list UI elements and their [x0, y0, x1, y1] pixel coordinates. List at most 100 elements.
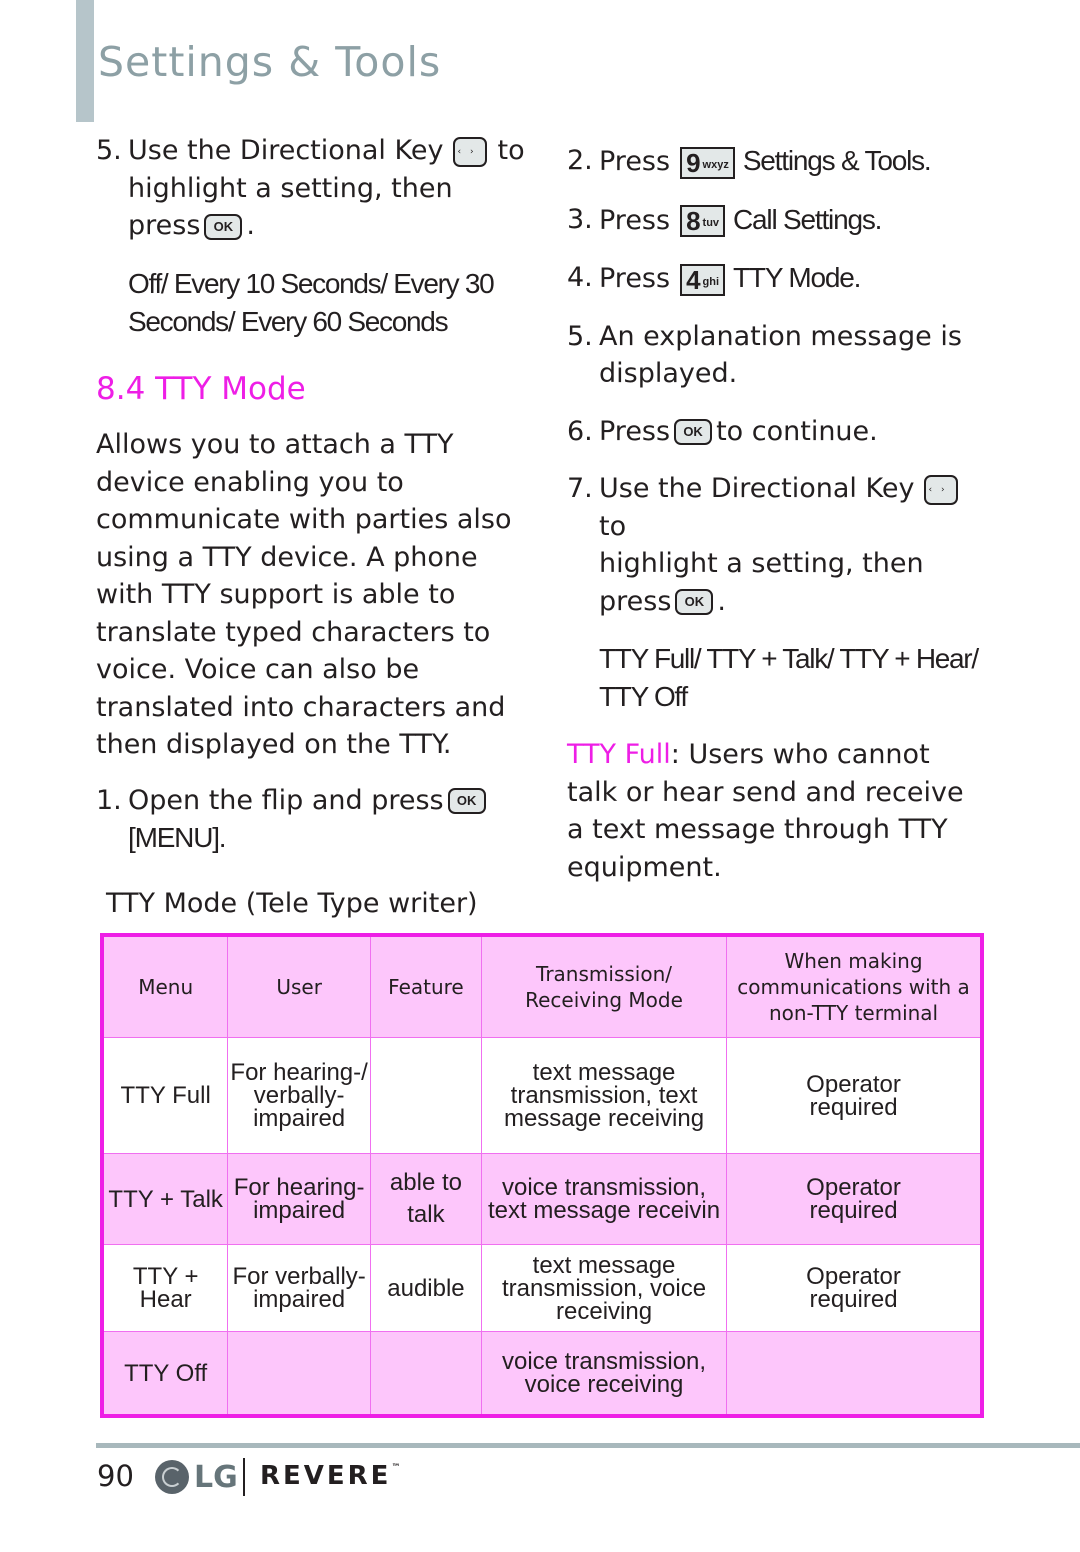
key-digit: 8: [686, 206, 701, 236]
step-text: .: [246, 210, 255, 241]
step-text: press: [128, 210, 201, 241]
table-cell: able to talk: [369, 1153, 482, 1245]
table-cell: audible: [369, 1244, 482, 1332]
table-cell: [726, 1331, 983, 1417]
footer-rule: [96, 1443, 1080, 1448]
step-number: 5.: [96, 135, 122, 166]
step-text: Use the Directional Key: [128, 135, 444, 166]
step-number: 3.: [567, 203, 593, 235]
table-cell: TTY Full: [101, 1037, 229, 1154]
step-text: highlight a setting, then: [599, 548, 924, 579]
key-letters: wxyz: [702, 158, 729, 171]
lg-logo-icon: [155, 1460, 189, 1494]
right-column: 2. Press 9 wxyz Settings & Tools. 3. Press 8…: [567, 142, 987, 904]
table-row: TTY Off voice transmission, voice receiv…: [101, 1331, 983, 1417]
ok-key-icon: OK: [204, 213, 243, 240]
step-text: to continue.: [716, 415, 878, 447]
brand-divider: [243, 1458, 245, 1496]
table-cell: Operator required: [726, 1037, 983, 1154]
step-number: 5.: [567, 320, 593, 352]
table-cell: For hearing-impaired: [227, 1153, 371, 1245]
step-5-right: 5. An explanation message is displayed.: [567, 318, 987, 393]
table-cell: [369, 1037, 482, 1154]
ok-key-icon: OK: [447, 788, 486, 814]
ok-key-icon: OK: [674, 419, 713, 445]
step-6: 6. Press OK to continue.: [567, 413, 987, 451]
note-term: TTY Full: [567, 739, 671, 770]
directional-key-icon: [453, 136, 488, 167]
column-header: User: [227, 934, 371, 1038]
step-7-options: TTY Full/ TTY + Talk/ TTY + Hear/ TTY Of…: [599, 643, 979, 712]
step-text: press: [599, 585, 672, 617]
step-text: to: [497, 135, 525, 166]
key-letters: ghi: [702, 275, 720, 288]
column-header: Transmission/ Receiving Mode: [480, 934, 728, 1038]
step-text: Press: [599, 263, 671, 294]
step-text: highlight a setting, then: [128, 172, 453, 204]
table-row: TTY Full For hearing-/ verbally-impaired…: [101, 1037, 983, 1154]
step-4: 4. Press 4 ghi TTY Mode.: [567, 259, 987, 298]
product-brand: REVERE™: [260, 1461, 400, 1491]
step-text: Press: [599, 204, 671, 236]
page-header-title: Settings & Tools: [98, 38, 442, 86]
step-3: 3. Press 8 tuv Call Settings.: [567, 201, 987, 240]
step-text: .: [717, 585, 726, 617]
step-text: Use the Directional Key: [599, 473, 915, 504]
table-cell: voice transmission, voice receiving: [480, 1331, 728, 1417]
left-column: 5. Use the Directional Key to highlight a…: [96, 132, 536, 878]
trademark-symbol: ™: [391, 1463, 401, 1473]
step-text: An explanation message is displayed.: [599, 320, 962, 390]
key-8-icon: 8 tuv: [680, 205, 726, 237]
menu-path-label: Settings & Tools.: [742, 145, 932, 176]
step-text: Press: [599, 146, 671, 177]
directional-key-icon: [924, 474, 959, 505]
table-cell: TTY + Hear: [101, 1244, 229, 1332]
section-title: 8.4 TTY Mode: [96, 370, 306, 407]
menu-label: [MENU].: [128, 822, 227, 853]
step-number: 2.: [567, 145, 593, 176]
tty-full-note: TTY Full: Users who cannot talk or hear …: [567, 736, 987, 886]
step-text: to: [599, 510, 627, 542]
column-header: Feature: [369, 934, 482, 1038]
table-cell: text message transmission, text message …: [480, 1037, 728, 1154]
brand-name-text: REVERE: [260, 1461, 392, 1491]
step-2: 2. Press 9 wxyz Settings & Tools.: [567, 142, 987, 181]
step-5-options: Off/ Every 10 Seconds/ Every 30 Seconds/…: [128, 267, 495, 337]
step-5-left: 5. Use the Directional Key to highlight a…: [96, 132, 536, 245]
step-number: 1.: [96, 784, 122, 816]
step-number: 6.: [567, 415, 593, 447]
table-cell: Operator required: [726, 1244, 983, 1332]
column-header: When making communications with a non-TT…: [726, 934, 983, 1038]
step-7: 7. Use the Directional Key to highlight a…: [567, 470, 987, 620]
column-header: Menu: [101, 934, 229, 1038]
key-digit: 9: [686, 147, 701, 178]
step-text: Press: [599, 415, 671, 447]
tty-mode-table: Menu User Feature Transmission/ Receivin…: [100, 933, 984, 1418]
step-1: 1. Open the flip and press OK [MENU].: [96, 782, 536, 858]
lg-logo-text: LG: [194, 1460, 238, 1495]
step-number: 7.: [567, 473, 593, 504]
key-letters: tuv: [702, 217, 720, 229]
table-header-row: Menu User Feature Transmission/ Receivin…: [101, 934, 983, 1038]
table-cell: text message transmission, voice receivi…: [480, 1244, 728, 1332]
page-number: 90: [97, 1459, 134, 1493]
table-cell: [227, 1331, 371, 1417]
key-4-icon: 4 ghi: [680, 263, 726, 296]
key-9-icon: 9 wxyz: [680, 146, 735, 179]
table-cell: For verbally-impaired: [227, 1244, 371, 1332]
table-cell: For hearing-/ verbally-impaired: [227, 1037, 371, 1154]
table-cell: Operator required: [726, 1153, 983, 1245]
table-row: TTY + Talk For hearing-impaired able to …: [101, 1153, 983, 1245]
key-digit: 4: [686, 264, 701, 295]
step-number: 4.: [567, 262, 593, 293]
table-row: TTY + Hear For verbally-impaired audible…: [101, 1244, 983, 1332]
table-cell: [369, 1331, 482, 1417]
table-cell: TTY Off: [101, 1331, 229, 1417]
ok-key-icon: OK: [675, 589, 714, 615]
section-description: Allows you to attach a TTY device enabli…: [96, 429, 512, 760]
table-cell: voice transmission, text message receivi…: [480, 1153, 728, 1245]
table-cell: TTY + Talk: [101, 1153, 229, 1245]
step-text: Open the flip and press: [128, 784, 444, 816]
menu-path-label: Call Settings.: [733, 203, 882, 235]
menu-path-label: TTY Mode.: [733, 262, 861, 293]
